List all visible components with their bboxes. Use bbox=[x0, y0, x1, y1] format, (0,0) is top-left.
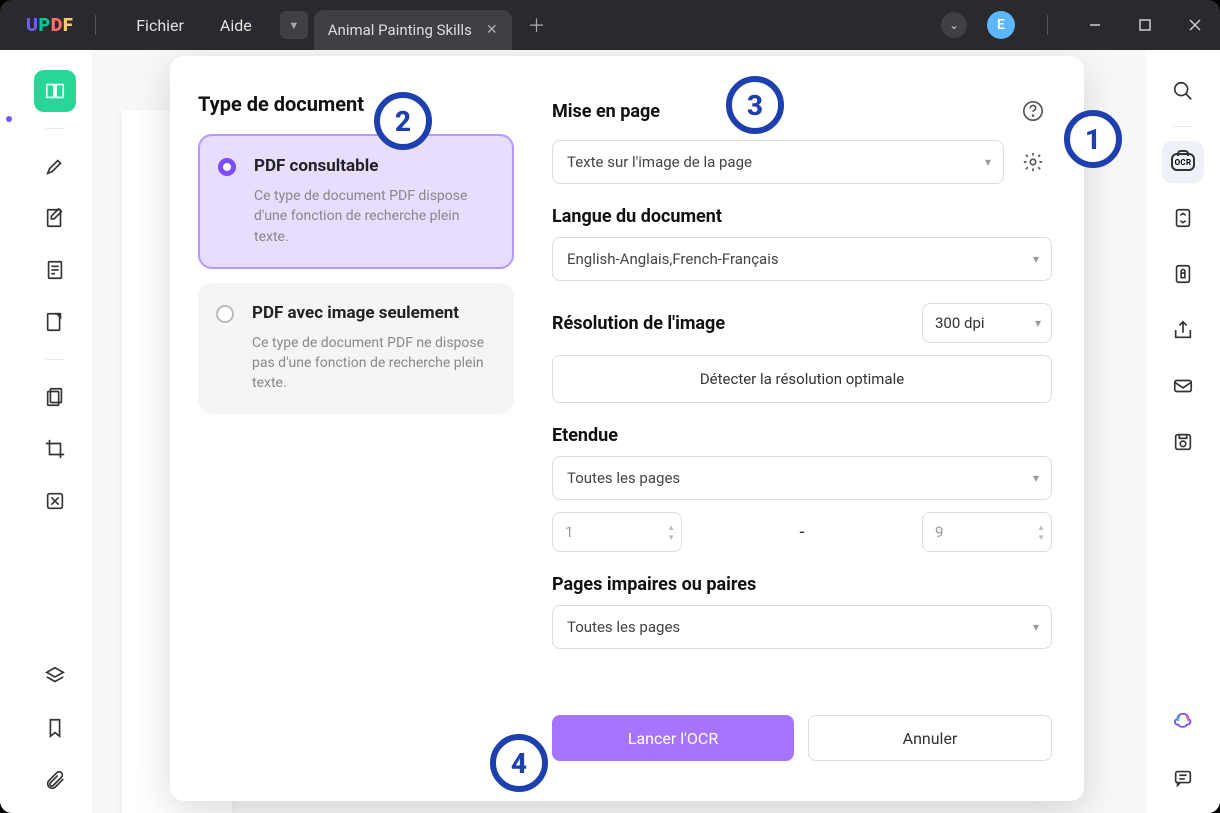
callout-2: 2 bbox=[374, 92, 432, 150]
edit-tool[interactable] bbox=[34, 197, 76, 239]
menu-file[interactable]: Fichier bbox=[118, 16, 202, 35]
option-desc: Ce type de document PDF dispose d'une fo… bbox=[254, 186, 494, 247]
help-icon[interactable] bbox=[1014, 92, 1052, 130]
save-tool[interactable] bbox=[1162, 421, 1204, 463]
user-avatar[interactable]: E bbox=[987, 11, 1015, 39]
search-icon[interactable] bbox=[1162, 70, 1204, 112]
new-tab-button[interactable]: ＋ bbox=[520, 8, 554, 42]
language-select[interactable]: English-Anglais,French-Français bbox=[552, 237, 1052, 281]
crop-tool[interactable] bbox=[34, 428, 76, 470]
comment-tool[interactable] bbox=[1162, 757, 1204, 799]
menu-help[interactable]: Aide bbox=[202, 16, 270, 35]
pages-tool[interactable] bbox=[34, 376, 76, 418]
email-tool[interactable] bbox=[1162, 365, 1204, 407]
tab-title: Animal Painting Skills bbox=[328, 21, 472, 39]
launch-ocr-button[interactable]: Lancer l'OCR bbox=[552, 715, 794, 761]
option-image-only-pdf[interactable]: PDF avec image seulement Ce type de docu… bbox=[198, 283, 514, 414]
gear-icon[interactable] bbox=[1014, 143, 1052, 181]
layout-label: Mise en page bbox=[552, 101, 660, 122]
doc-type-title: Type de document bbox=[198, 92, 514, 116]
callout-3: 3 bbox=[726, 76, 784, 134]
cancel-button[interactable]: Annuler bbox=[808, 715, 1052, 761]
convert-tool[interactable] bbox=[1162, 197, 1204, 239]
option-searchable-pdf[interactable]: PDF consultable Ce type de document PDF … bbox=[198, 134, 514, 269]
ai-tool[interactable] bbox=[1162, 701, 1204, 743]
lang-label: Langue du document bbox=[552, 206, 1052, 227]
reader-tool[interactable] bbox=[34, 70, 76, 112]
center-area: Type de document PDF consultable Ce type… bbox=[92, 50, 1146, 813]
layout-select[interactable]: Texte sur l'image de la page bbox=[552, 140, 1004, 184]
form-tool[interactable] bbox=[34, 301, 76, 343]
highlighter-tool[interactable] bbox=[34, 145, 76, 187]
bookmark-tool[interactable] bbox=[34, 707, 76, 749]
close-icon[interactable]: ✕ bbox=[486, 22, 498, 38]
range-from-input[interactable]: 1▲▼ bbox=[552, 512, 682, 552]
close-window-button[interactable] bbox=[1170, 0, 1220, 50]
range-dash: - bbox=[696, 522, 908, 543]
range-select[interactable]: Toutes les pages bbox=[552, 456, 1052, 500]
option-title: PDF avec image seulement bbox=[252, 303, 496, 323]
radio-icon bbox=[216, 305, 234, 323]
tab-list-dropdown[interactable]: ▼ bbox=[280, 11, 308, 39]
chevron-down-icon[interactable]: ⌄ bbox=[941, 12, 967, 38]
attachment-tool[interactable] bbox=[34, 759, 76, 801]
option-title: PDF consultable bbox=[254, 156, 494, 176]
oddeven-label: Pages impaires ou paires bbox=[552, 574, 1052, 595]
protect-tool[interactable] bbox=[1162, 253, 1204, 295]
radio-icon bbox=[218, 158, 236, 176]
res-label: Résolution de l'image bbox=[552, 313, 725, 334]
app-body: Type de document PDF consultable Ce type… bbox=[0, 50, 1220, 813]
detect-resolution-button[interactable]: Détecter la résolution optimale bbox=[552, 355, 1052, 403]
callout-4: 4 bbox=[490, 734, 548, 792]
dot-indicator bbox=[6, 116, 12, 122]
titlebar: UPDF Fichier Aide ▼ Animal Painting Skil… bbox=[0, 0, 1220, 50]
option-desc: Ce type de document PDF ne dispose pas d… bbox=[252, 333, 496, 394]
right-sidebar: OCR bbox=[1146, 50, 1220, 813]
app-logo: UPDF bbox=[26, 15, 73, 36]
page-tool[interactable] bbox=[34, 249, 76, 291]
resolution-select[interactable]: 300 dpi bbox=[922, 303, 1052, 343]
ocr-panel: Type de document PDF consultable Ce type… bbox=[170, 56, 1084, 801]
layers-tool[interactable] bbox=[34, 655, 76, 697]
left-sidebar bbox=[18, 50, 92, 813]
document-tab[interactable]: Animal Painting Skills ✕ bbox=[314, 10, 512, 50]
maximize-button[interactable] bbox=[1120, 0, 1170, 50]
range-to-input[interactable]: 9▲▼ bbox=[922, 512, 1052, 552]
ocr-tool[interactable]: OCR bbox=[1162, 141, 1204, 183]
callout-1: 1 bbox=[1064, 110, 1122, 168]
share-tool[interactable] bbox=[1162, 309, 1204, 351]
redact-tool[interactable] bbox=[34, 480, 76, 522]
oddeven-select[interactable]: Toutes les pages bbox=[552, 605, 1052, 649]
minimize-button[interactable] bbox=[1070, 0, 1120, 50]
range-label: Etendue bbox=[552, 425, 1052, 446]
